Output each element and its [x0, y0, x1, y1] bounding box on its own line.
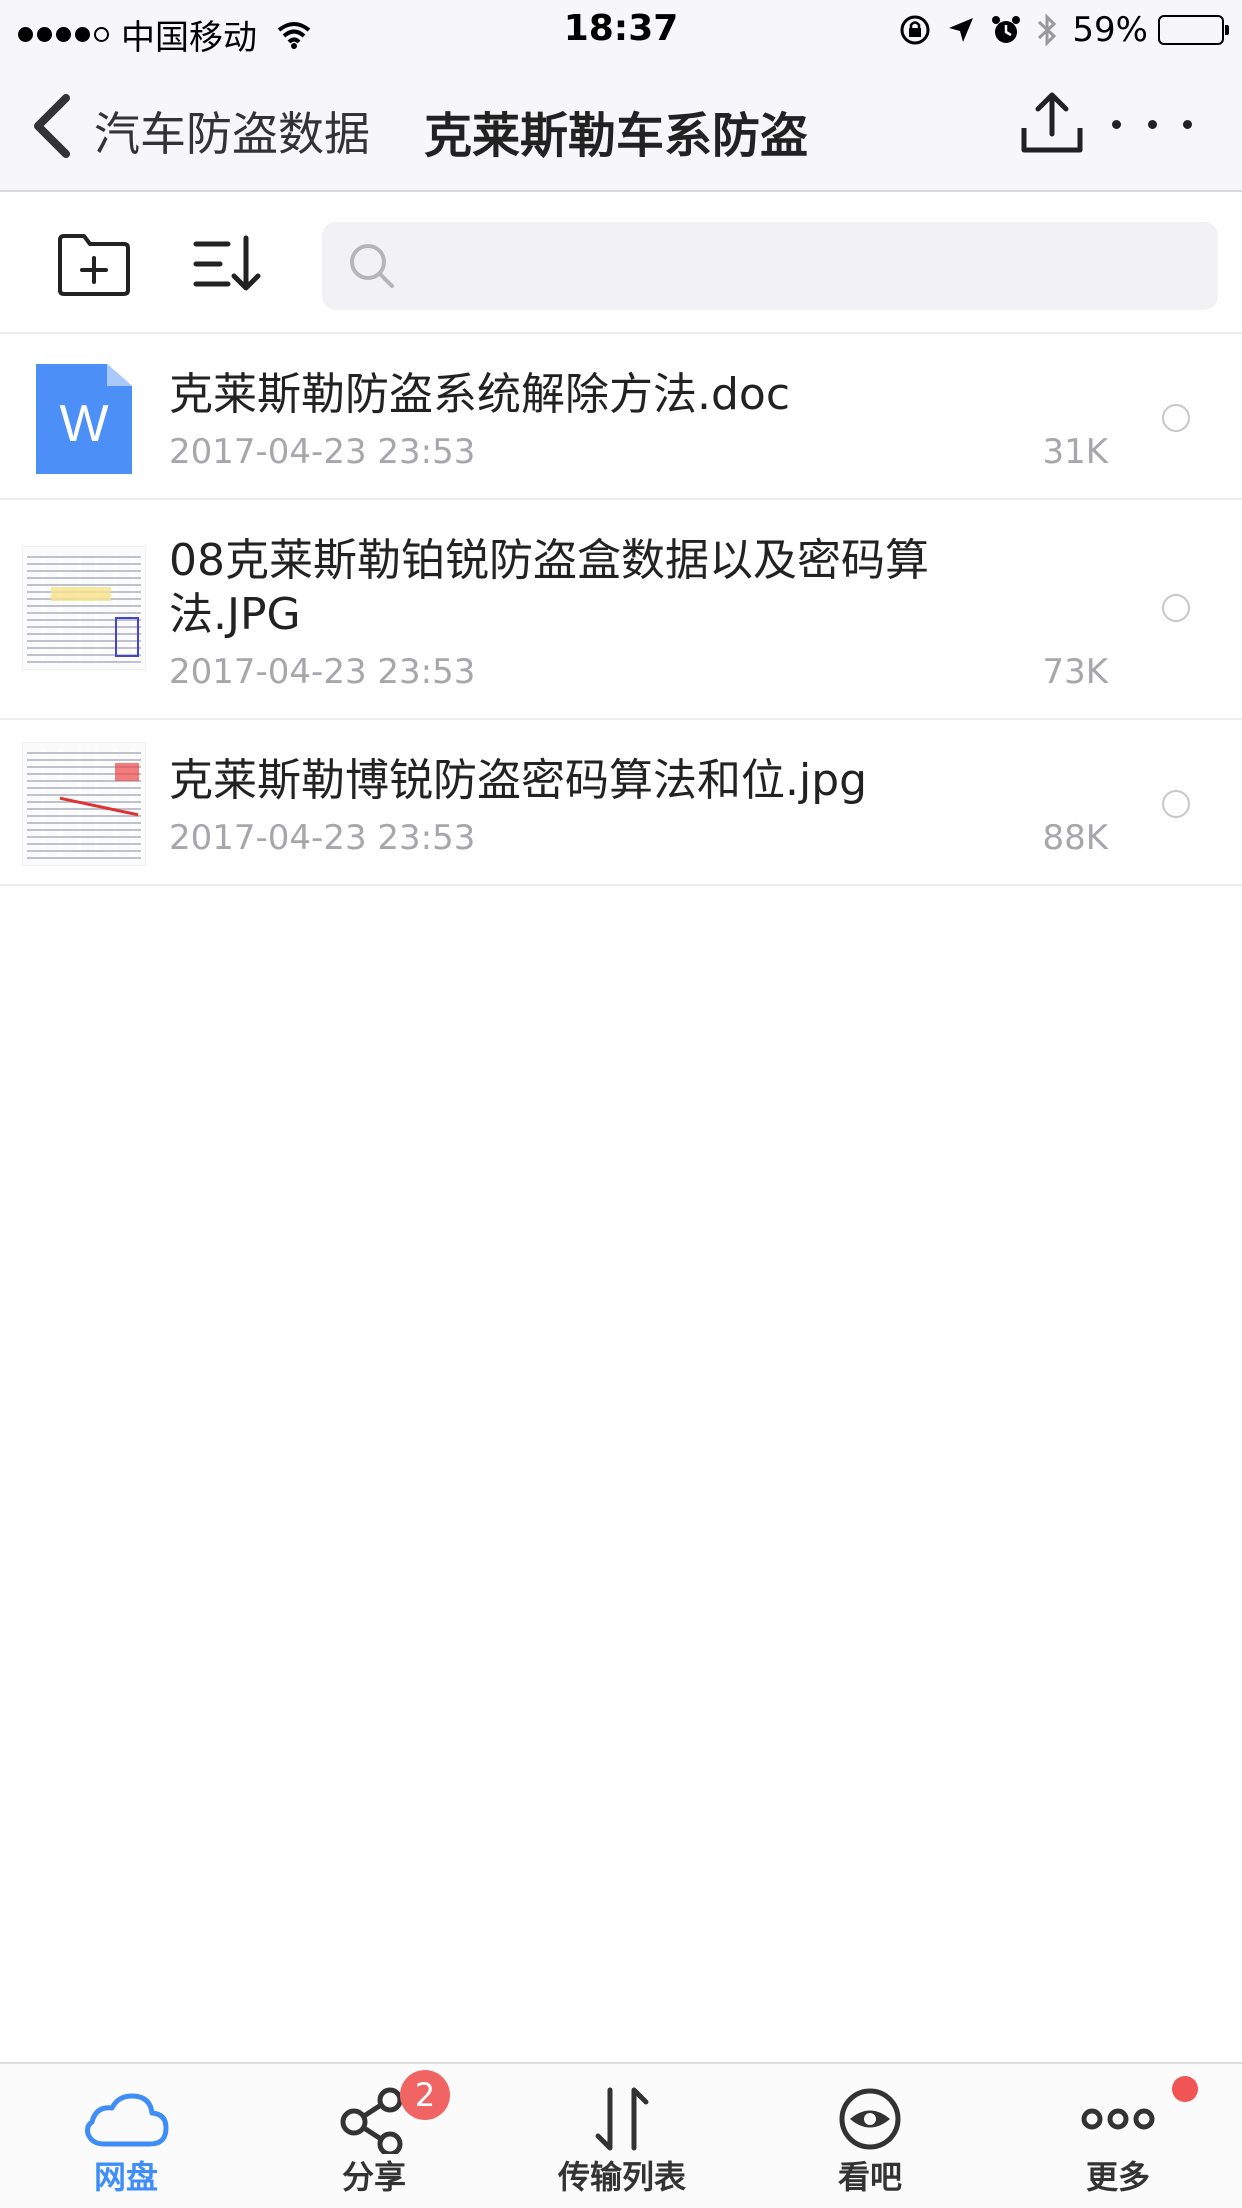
file-size: 31K — [1042, 432, 1108, 472]
search-box[interactable] — [322, 222, 1218, 310]
new-folder-icon — [58, 234, 130, 296]
more-button[interactable] — [1112, 90, 1192, 158]
new-folder-button[interactable] — [56, 230, 132, 300]
file-size: 73K — [1042, 652, 1108, 692]
alarm-icon — [992, 16, 1021, 43]
back-button[interactable] — [30, 94, 90, 158]
file-date: 2017-04-23 23:53 — [169, 432, 476, 472]
tab-label: 分享 — [341, 2158, 406, 2196]
select-checkbox[interactable] — [1162, 594, 1190, 622]
orientation-lock-icon — [900, 15, 930, 45]
file-row-doc[interactable]: W 克莱斯勒防盗系统解除方法.doc 2017-04-23 23:53 31K — [0, 334, 1242, 500]
nav-bar: 汽车防盗数据 克莱斯勒车系防盗 — [0, 60, 1242, 192]
file-date: 2017-04-23 23:53 — [169, 652, 476, 692]
sort-icon — [193, 235, 261, 291]
tab-transfers[interactable]: 传输列表 — [498, 2064, 746, 2208]
select-checkbox[interactable] — [1162, 404, 1190, 432]
page-title: 克莱斯勒车系防盗 — [424, 108, 809, 164]
file-row-image[interactable]: 克莱斯勒博锐防盗密码算法和位.jpg 2017-04-23 23:53 88K — [0, 720, 1242, 886]
file-size: 88K — [1042, 818, 1108, 858]
tab-more[interactable]: 更多 — [994, 2064, 1242, 2208]
sort-button[interactable] — [192, 230, 262, 300]
notification-dot — [1172, 2076, 1198, 2102]
tab-watch[interactable]: 看吧 — [746, 2064, 994, 2208]
image-thumbnail — [22, 546, 146, 670]
tab-label: 传输列表 — [557, 2158, 686, 2196]
location-icon — [949, 18, 974, 42]
chevron-left-icon — [34, 94, 70, 158]
battery-percent: 59% — [1072, 10, 1148, 50]
status-bar: 中国移动 18:37 59% — [0, 0, 1242, 60]
more-dots-icon — [1081, 2108, 1155, 2130]
cloud-icon — [85, 2093, 169, 2147]
search-input[interactable] — [412, 231, 1218, 301]
battery-icon — [1158, 15, 1229, 45]
file-name: 08克莱斯勒铂锐防盗盒数据以及密码算法.JPG — [169, 535, 929, 640]
tab-share[interactable]: 分享 — [250, 2064, 498, 2208]
bluetooth-icon — [1038, 13, 1057, 47]
upload-icon — [1021, 92, 1083, 153]
file-row-image[interactable]: 08克莱斯勒铂锐防盗盒数据以及密码算法.JPG 2017-04-23 23:53… — [0, 500, 1242, 720]
tab-label: 更多 — [1085, 2158, 1150, 2196]
file-name: 克莱斯勒防盗系统解除方法.doc — [169, 369, 791, 420]
eye-icon — [839, 2088, 901, 2150]
more-icon — [1112, 119, 1192, 129]
tab-label: 网盘 — [93, 2158, 158, 2196]
search-icon — [350, 244, 394, 288]
file-date: 2017-04-23 23:53 — [169, 818, 476, 858]
file-name: 克莱斯勒博锐防盗密码算法和位.jpg — [169, 755, 868, 806]
app-root: 中国移动 18:37 59% 汽车防盗数据 克莱斯勒车系防盗 W 克莱斯勒防盗系… — [0, 0, 1242, 2208]
notification-badge: 2 — [400, 2070, 450, 2120]
tab-netdisk[interactable]: 网盘 — [2, 2064, 250, 2208]
upload-button[interactable] — [1018, 90, 1086, 158]
tab-label: 看吧 — [837, 2158, 902, 2196]
tab-bar: 网盘 分享 2 传输列表 看吧 更多 — [0, 2062, 1242, 2208]
image-thumbnail — [22, 742, 146, 866]
file-list: W 克莱斯勒防盗系统解除方法.doc 2017-04-23 23:53 31K … — [0, 334, 1242, 886]
parent-folder-link[interactable]: 汽车防盗数据 — [94, 98, 370, 164]
status-right: 59% — [884, 10, 1229, 50]
transfer-icon — [595, 2087, 649, 2151]
select-checkbox[interactable] — [1162, 790, 1190, 818]
word-doc-icon: W — [36, 364, 132, 474]
toolbar — [0, 194, 1242, 334]
